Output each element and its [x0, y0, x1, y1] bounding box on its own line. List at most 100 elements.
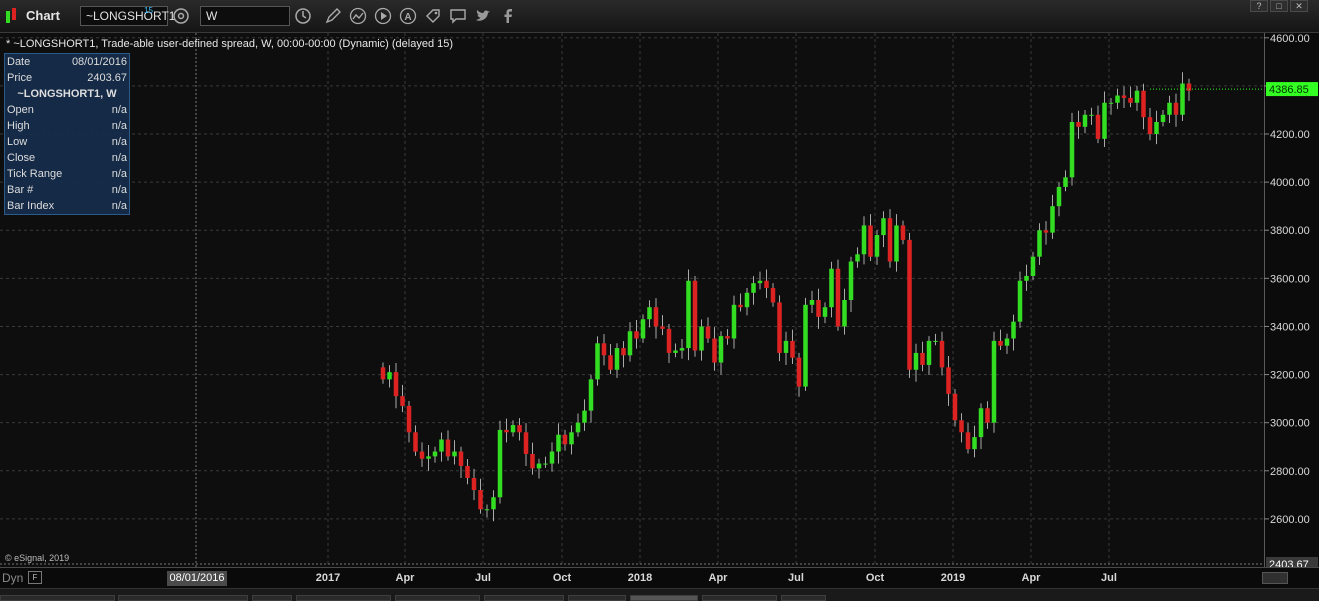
tag-icon	[426, 9, 440, 23]
time-axis[interactable]: Dyn F 08/01/2016 2017 Apr Jul Oct 2018 A…	[0, 567, 1319, 588]
candle-up	[731, 304, 737, 339]
alert-icon: A	[399, 7, 417, 25]
candle-up	[1017, 280, 1023, 322]
candle-down	[465, 465, 470, 478]
candle-up	[1037, 230, 1042, 257]
candle-up	[744, 292, 750, 308]
candle-up	[536, 463, 542, 469]
candle-up	[751, 283, 756, 293]
candle-down	[634, 331, 639, 339]
candle-down	[835, 268, 841, 327]
candle-down	[1173, 102, 1179, 115]
candle-down	[705, 326, 711, 339]
tag-button[interactable]	[422, 6, 444, 26]
twitter-button[interactable]	[472, 6, 494, 26]
chat-button[interactable]	[447, 6, 469, 26]
candle-up	[855, 254, 860, 262]
chat-icon	[450, 9, 466, 24]
time-scroll-handle[interactable]	[1262, 572, 1288, 584]
studies-button[interactable]	[347, 6, 369, 26]
y-tick-label: 2800.00	[1270, 466, 1310, 478]
candle-up	[1154, 122, 1159, 135]
candle-up	[848, 261, 854, 300]
candle-down	[907, 239, 912, 370]
page-tab[interactable]	[781, 595, 826, 601]
candle-up	[822, 307, 828, 317]
data-window: Date 08/01/2016 Price 2403.67 ~LONGSHORT1,…	[4, 53, 130, 215]
candle-up	[1030, 256, 1036, 276]
page-tab[interactable]	[702, 595, 777, 601]
data-window-title: ~LONGSHORT1, W	[17, 88, 117, 100]
candle-up	[679, 348, 685, 351]
candle-up	[1004, 338, 1010, 346]
symbol-input[interactable]: ~LONGSHORT1	[80, 6, 175, 26]
restore-button[interactable]: □	[1270, 0, 1288, 12]
facebook-button[interactable]	[497, 6, 519, 26]
candle-down	[445, 439, 451, 457]
crosshair-date-label: 08/01/2016	[167, 571, 227, 586]
help-button[interactable]: ?	[1250, 0, 1268, 12]
facebook-icon	[504, 9, 512, 23]
candle-down	[653, 307, 659, 327]
candle-up	[588, 379, 594, 411]
candle-down	[1128, 97, 1133, 103]
data-window-row: Close n/a	[7, 152, 127, 164]
y-tick-label: 3000.00	[1270, 418, 1310, 430]
alerts-button[interactable]: A	[397, 6, 419, 26]
dyn-toggle-button[interactable]: F	[28, 571, 42, 584]
candle-up	[894, 225, 899, 262]
svg-text:A: A	[404, 12, 411, 23]
play-icon	[374, 7, 392, 25]
page-tab[interactable]	[296, 595, 391, 601]
y-tick-label: 3400.00	[1270, 321, 1310, 333]
page-tab[interactable]	[484, 595, 564, 601]
candle-down	[796, 357, 802, 387]
candle-down	[406, 405, 412, 433]
page-tab-active[interactable]	[630, 595, 698, 601]
candle-up	[972, 437, 977, 450]
candle-down	[523, 432, 529, 454]
candle-down	[712, 338, 717, 363]
candle-up	[1024, 275, 1029, 281]
candle-down	[777, 302, 782, 353]
data-window-row: Low n/a	[7, 136, 127, 148]
candle-up	[699, 326, 704, 351]
candle-up	[881, 218, 886, 236]
replay-button[interactable]	[372, 6, 394, 26]
candle-up	[686, 280, 691, 349]
page-tab[interactable]	[395, 595, 480, 601]
candle-down	[419, 451, 425, 459]
dyn-label: Dyn	[2, 571, 24, 585]
y-tick-label: 2600.00	[1270, 514, 1310, 526]
candle-down	[380, 367, 386, 380]
crosshair-price-label: 2403.67	[1269, 559, 1309, 567]
page-tab[interactable]	[252, 595, 292, 601]
y-tick-label: 4200.00	[1270, 129, 1310, 141]
candle-up	[575, 422, 581, 433]
page-tab[interactable]	[568, 595, 626, 601]
candle-down	[1043, 230, 1049, 233]
draw-tools-button[interactable]	[322, 6, 344, 26]
candle-down	[692, 280, 698, 351]
data-window-row: Bar Index n/a	[7, 200, 127, 212]
candle-up	[803, 304, 808, 387]
symbol-settings-button[interactable]	[170, 6, 192, 26]
interval-input[interactable]: W	[200, 6, 290, 26]
candle-up	[1108, 102, 1114, 104]
candle-down	[478, 490, 483, 510]
candle-up	[1102, 102, 1107, 139]
candle-down	[939, 340, 945, 368]
candle-down	[413, 432, 418, 452]
candle-up	[991, 340, 997, 423]
time-tick: Apr	[1021, 572, 1041, 584]
candle-down	[1076, 122, 1081, 127]
time-tick: Jul	[475, 572, 491, 584]
candle-up	[842, 300, 847, 327]
time-tick: Jul	[788, 572, 804, 584]
close-button[interactable]: ✕	[1290, 0, 1308, 12]
candle-down	[998, 340, 1003, 346]
page-tab[interactable]	[118, 595, 248, 601]
time-tick: Oct	[865, 572, 885, 584]
time-template-button[interactable]	[292, 6, 314, 26]
page-tab[interactable]	[0, 595, 115, 601]
